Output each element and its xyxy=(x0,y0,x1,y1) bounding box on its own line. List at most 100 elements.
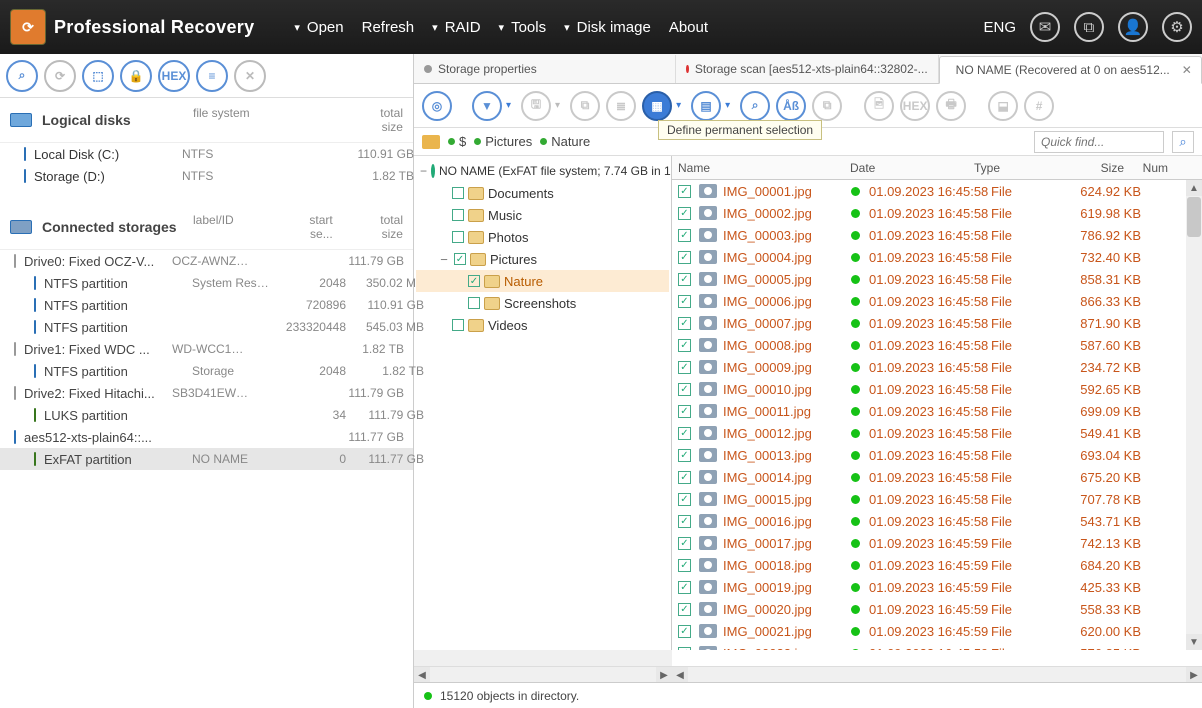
file-row[interactable]: ✓ IMG_00006.jpg 01.09.2023 16:45:58 File… xyxy=(672,290,1186,312)
checkbox-icon[interactable]: ✓ xyxy=(678,603,691,616)
breadcrumb-root-icon[interactable] xyxy=(422,135,440,149)
checkbox-icon[interactable]: ✓ xyxy=(678,339,691,352)
tab-storage-properties[interactable]: Storage properties xyxy=(414,55,676,83)
file-row[interactable]: ✓ IMG_00013.jpg 01.09.2023 16:45:58 File… xyxy=(672,444,1186,466)
file-row[interactable]: ✓ IMG_00014.jpg 01.09.2023 16:45:58 File… xyxy=(672,466,1186,488)
save-image-icon[interactable]: ⬚ xyxy=(82,60,114,92)
file-row[interactable]: ✓ IMG_00002.jpg 01.09.2023 16:45:58 File… xyxy=(672,202,1186,224)
checkbox-icon[interactable]: ✓ xyxy=(678,229,691,242)
checkbox-icon[interactable]: ✓ xyxy=(678,647,691,651)
logical-disk-row[interactable]: Storage (D:) NTFS 1.82 TB xyxy=(0,165,413,187)
tree-photos[interactable]: Photos xyxy=(416,226,669,248)
scroll-thumb[interactable] xyxy=(1187,197,1201,237)
file-row[interactable]: ✓ IMG_00011.jpg 01.09.2023 16:45:58 File… xyxy=(672,400,1186,422)
col-name[interactable]: Name xyxy=(678,161,850,175)
filter-icon[interactable]: ▼ xyxy=(472,91,502,121)
file-row[interactable]: ✓ IMG_00022.jpg 01.09.2023 16:45:59 File… xyxy=(672,642,1186,650)
tree-pictures[interactable]: −✓Pictures xyxy=(416,248,669,270)
checkbox-icon[interactable]: ✓ xyxy=(678,273,691,286)
checkbox-icon[interactable]: ✓ xyxy=(678,449,691,462)
checkbox-icon[interactable]: ✓ xyxy=(678,559,691,572)
tree-screenshots[interactable]: Screenshots xyxy=(416,292,669,314)
list-icon[interactable]: ≡ xyxy=(196,60,228,92)
file-row[interactable]: ✓ IMG_00017.jpg 01.09.2023 16:45:59 File… xyxy=(672,532,1186,554)
checkbox-icon[interactable]: ✓ xyxy=(678,427,691,440)
checkbox-icon[interactable]: ✓ xyxy=(678,361,691,374)
col-num[interactable]: Num xyxy=(1132,161,1168,175)
file-row[interactable]: ✓ IMG_00010.jpg 01.09.2023 16:45:58 File… xyxy=(672,378,1186,400)
file-list-header[interactable]: Name Date Type Size Num xyxy=(672,156,1202,180)
decrypt-icon[interactable]: 🔒 xyxy=(120,60,152,92)
col-type[interactable]: Type xyxy=(974,161,1056,175)
partition-row[interactable]: NTFS partition 233320448 545.03 MB xyxy=(0,316,413,338)
hex-icon[interactable]: HEX xyxy=(158,60,190,92)
details-icon[interactable]: ▤ xyxy=(691,91,721,121)
user-icon[interactable]: 👤 xyxy=(1118,12,1148,42)
file-row[interactable]: ✓ IMG_00019.jpg 01.09.2023 16:45:59 File… xyxy=(672,576,1186,598)
tree-root[interactable]: − NO NAME (ExFAT file system; 7.74 GB in… xyxy=(416,160,669,182)
partition-row[interactable]: NTFS partition Storage 2048 1.82 TB xyxy=(0,360,413,382)
tree-music[interactable]: Music xyxy=(416,204,669,226)
menu-open[interactable]: Open xyxy=(294,19,343,36)
scroll-up-icon[interactable]: ▲ xyxy=(1186,180,1202,196)
file-row[interactable]: ✓ IMG_00012.jpg 01.09.2023 16:45:58 File… xyxy=(672,422,1186,444)
file-row[interactable]: ✓ IMG_00007.jpg 01.09.2023 16:45:58 File… xyxy=(672,312,1186,334)
checkbox-icon[interactable]: ✓ xyxy=(678,295,691,308)
menu-disk-image[interactable]: Disk image xyxy=(564,19,651,36)
menu-about[interactable]: About xyxy=(669,19,708,36)
partition-row[interactable]: LUKS partition 34 111.79 GB xyxy=(0,404,413,426)
file-row[interactable]: ✓ IMG_00020.jpg 01.09.2023 16:45:59 File… xyxy=(672,598,1186,620)
breadcrumb-pictures[interactable]: Pictures xyxy=(474,134,532,149)
file-row[interactable]: ✓ IMG_00005.jpg 01.09.2023 16:45:58 File… xyxy=(672,268,1186,290)
search-icon[interactable]: ⌕ xyxy=(740,91,770,121)
file-row[interactable]: ✓ IMG_00003.jpg 01.09.2023 16:45:58 File… xyxy=(672,224,1186,246)
file-row[interactable]: ✓ IMG_00004.jpg 01.09.2023 16:45:58 File… xyxy=(672,246,1186,268)
tab-recovered-volume[interactable]: NO NAME (Recovered at 0 on aes512... ✕ xyxy=(939,56,1202,84)
drive-row[interactable]: Drive0: Fixed OCZ-V... OCZ-AWNZ0F... 111… xyxy=(0,250,413,272)
tree-documents[interactable]: Documents xyxy=(416,182,669,204)
vertical-scrollbar[interactable]: ▲ ▼ xyxy=(1186,180,1202,650)
scan-icon[interactable]: ⌕ xyxy=(6,60,38,92)
target-icon[interactable]: ◎ xyxy=(422,91,452,121)
tree-nature[interactable]: ✓Nature xyxy=(416,270,669,292)
notifications-icon[interactable]: ✉ xyxy=(1030,12,1060,42)
partition-row[interactable]: NTFS partition System Reser... 2048 350.… xyxy=(0,272,413,294)
drive-row[interactable]: Drive1: Fixed WDC ... WD-WCC1T0... 1.82 … xyxy=(0,338,413,360)
partition-row[interactable]: ExFAT partition NO NAME 0 111.77 GB xyxy=(0,448,413,470)
quick-find-input[interactable] xyxy=(1034,131,1164,153)
menu-tools[interactable]: Tools xyxy=(499,19,547,36)
scroll-down-icon[interactable]: ▼ xyxy=(1186,634,1202,650)
checkbox-icon[interactable]: ✓ xyxy=(678,493,691,506)
file-row[interactable]: ✓ IMG_00001.jpg 01.09.2023 16:45:58 File… xyxy=(672,180,1186,202)
partition-row[interactable]: NTFS partition 720896 110.91 GB xyxy=(0,294,413,316)
menu-refresh[interactable]: Refresh xyxy=(362,19,415,36)
checkbox-icon[interactable]: ✓ xyxy=(678,405,691,418)
file-row[interactable]: ✓ IMG_00021.jpg 01.09.2023 16:45:59 File… xyxy=(672,620,1186,642)
tree-hscroll[interactable]: ◀▶ xyxy=(414,667,672,683)
tab-close-icon[interactable]: ✕ xyxy=(1176,63,1192,77)
breadcrumb-nature[interactable]: Nature xyxy=(540,134,590,149)
tree-videos[interactable]: Videos xyxy=(416,314,669,336)
checkbox-icon[interactable]: ✓ xyxy=(678,625,691,638)
col-size[interactable]: Size xyxy=(1056,161,1132,175)
checkbox-icon[interactable]: ✓ xyxy=(678,537,691,550)
drive-row[interactable]: Drive2: Fixed Hitachi... SB3D41EWHH... 1… xyxy=(0,382,413,404)
menu-raid[interactable]: RAID xyxy=(432,19,480,36)
file-row[interactable]: ✓ IMG_00016.jpg 01.09.2023 16:45:58 File… xyxy=(672,510,1186,532)
settings-icon[interactable]: ⚙ xyxy=(1162,12,1192,42)
checkbox-icon[interactable]: ✓ xyxy=(678,581,691,594)
checkbox-icon[interactable]: ✓ xyxy=(678,383,691,396)
col-date[interactable]: Date xyxy=(850,161,974,175)
tab-storage-scan[interactable]: Storage scan [aes512-xts-plain64::32802-… xyxy=(676,55,938,83)
checkbox-icon[interactable]: ✓ xyxy=(678,251,691,264)
checkbox-icon[interactable]: ✓ xyxy=(678,207,691,220)
drive-row[interactable]: aes512-xts-plain64::... 111.77 GB xyxy=(0,426,413,448)
file-row[interactable]: ✓ IMG_00015.jpg 01.09.2023 16:45:58 File… xyxy=(672,488,1186,510)
breadcrumb-root[interactable]: $ xyxy=(448,134,466,149)
checkbox-icon[interactable]: ✓ xyxy=(678,515,691,528)
quick-find-button[interactable]: ⌕ xyxy=(1172,131,1194,153)
checkbox-icon[interactable]: ✓ xyxy=(678,471,691,484)
panels-icon[interactable]: ⧉ xyxy=(1074,12,1104,42)
define-selection-icon[interactable]: ▦ xyxy=(642,91,672,121)
checkbox-icon[interactable]: ✓ xyxy=(678,185,691,198)
